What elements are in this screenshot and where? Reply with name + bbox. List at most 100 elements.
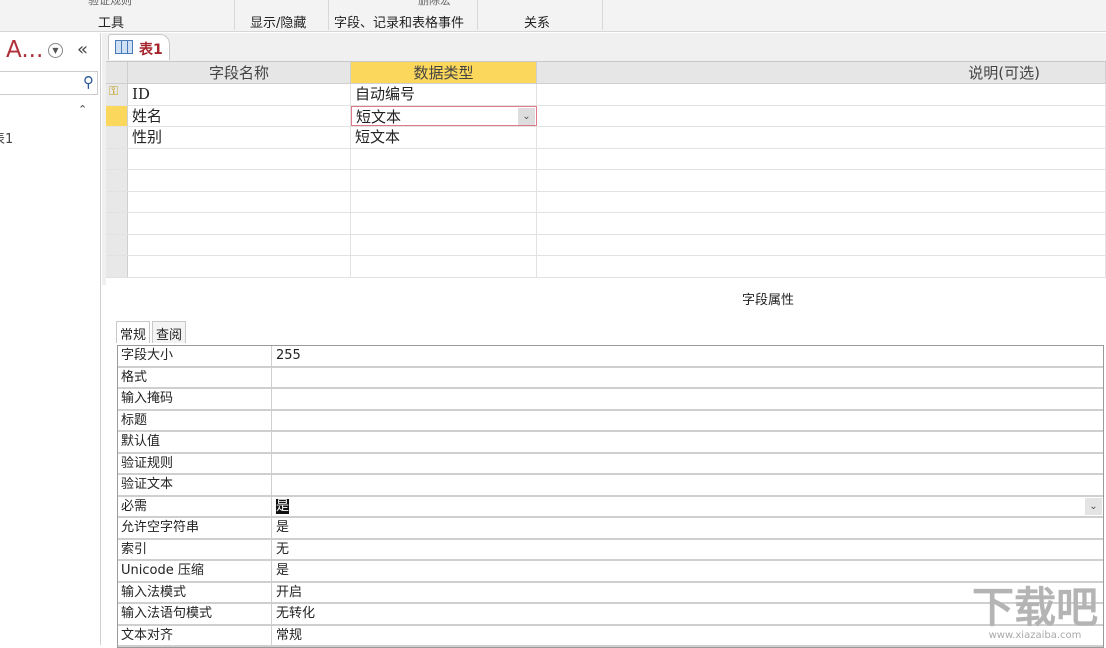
description-cell[interactable] [537, 84, 1106, 105]
property-label: 格式 [118, 368, 272, 388]
table-row[interactable] [106, 149, 1106, 171]
property-value-cell[interactable] [272, 411, 1103, 431]
row-selector[interactable] [106, 149, 128, 170]
tab-label: 表1 [139, 42, 163, 58]
chevron-down-icon[interactable]: ⌄ [518, 108, 535, 125]
data-type-cell[interactable] [351, 213, 537, 234]
property-value-cell[interactable] [272, 454, 1103, 474]
table-row[interactable] [106, 256, 1106, 278]
field-name-cell[interactable] [128, 192, 351, 213]
property-row[interactable]: 字段大小255 [118, 346, 1103, 368]
description-cell[interactable] [537, 213, 1106, 234]
description-cell[interactable] [537, 149, 1106, 170]
field-name-cell[interactable] [128, 256, 351, 277]
property-row[interactable]: 默认值 [118, 432, 1103, 454]
property-value-cell[interactable]: 是⌄ [272, 497, 1103, 517]
table-row[interactable] [106, 170, 1106, 192]
ribbon-group-events: 字段、记录和表格事件 [334, 12, 464, 31]
property-row[interactable]: 必需是⌄ [118, 497, 1103, 519]
field-name-cell[interactable]: 性别 [128, 127, 351, 148]
property-value: 是 [276, 563, 289, 578]
property-row[interactable]: 验证文本 [118, 475, 1103, 497]
data-type-cell[interactable] [351, 149, 537, 170]
property-row[interactable]: 验证规则 [118, 454, 1103, 476]
property-row[interactable]: Unicode 压缩是 [118, 561, 1103, 583]
property-value-cell[interactable]: 无 [272, 540, 1103, 560]
row-selector[interactable] [106, 127, 128, 148]
property-value-cell[interactable] [272, 368, 1103, 388]
description-cell[interactable] [537, 170, 1106, 191]
header-description: 说明(可选) [537, 62, 1106, 84]
description-cell[interactable] [537, 235, 1106, 256]
property-row[interactable]: 格式 [118, 368, 1103, 390]
tab-lookup[interactable]: 查阅 [152, 321, 186, 343]
tab-table1[interactable]: 表1 [108, 34, 170, 60]
row-selector[interactable] [106, 213, 128, 234]
property-label: 验证规则 [118, 454, 272, 474]
field-name-cell[interactable] [128, 149, 351, 170]
search-icon[interactable]: ⚲ [83, 73, 94, 91]
property-value: 常规 [276, 628, 302, 643]
collapse-group-icon[interactable]: ⌃ [78, 103, 87, 116]
property-row[interactable]: 文本对齐常规 [118, 626, 1103, 648]
property-value-cell[interactable]: 255 [272, 346, 1103, 366]
field-name-cell[interactable]: 姓名 [128, 106, 351, 127]
property-row[interactable]: 标题 [118, 411, 1103, 433]
row-selector[interactable] [106, 170, 128, 191]
property-row[interactable]: 索引无 [118, 540, 1103, 562]
property-value: 255 [276, 348, 301, 363]
property-label: 必需 [118, 497, 272, 517]
nav-item-table[interactable]: 表1 [0, 128, 13, 147]
property-value-cell[interactable] [272, 475, 1103, 495]
property-value-cell[interactable] [272, 432, 1103, 452]
row-selector[interactable] [106, 106, 128, 127]
table-row[interactable] [106, 192, 1106, 214]
watermark-logo: 下载吧 [972, 586, 1098, 630]
property-label: 默认值 [118, 432, 272, 452]
description-cell[interactable] [537, 127, 1106, 148]
property-value-cell[interactable]: 是 [272, 518, 1103, 538]
ribbon-group-show-hide: 显示/隐藏 [250, 12, 306, 31]
field-name-cell[interactable] [128, 213, 351, 234]
row-selector[interactable] [106, 235, 128, 256]
description-cell[interactable] [537, 192, 1106, 213]
nav-title[interactable]: A... [6, 37, 43, 63]
property-row[interactable]: 输入掩码 [118, 389, 1103, 411]
property-row[interactable]: 输入法模式开启 [118, 583, 1103, 605]
description-cell[interactable] [537, 106, 1106, 127]
row-selector[interactable] [106, 256, 128, 277]
data-type-cell[interactable] [351, 256, 537, 277]
design-grid: 字段名称 数据类型 说明(可选) ⚿ ID 自动编号 姓名 短文本⌄ 性别 短文… [106, 61, 1106, 285]
field-name-cell[interactable] [128, 235, 351, 256]
table-row[interactable]: 性别 短文本 [106, 127, 1106, 149]
data-type-cell[interactable] [351, 192, 537, 213]
row-selector[interactable] [106, 192, 128, 213]
table-row[interactable] [106, 235, 1106, 257]
property-value-cell[interactable]: 是 [272, 561, 1103, 581]
nav-search-input[interactable]: ⚲ [0, 71, 98, 95]
property-label: 标题 [118, 411, 272, 431]
table-row[interactable] [106, 213, 1106, 235]
field-name-cell[interactable] [128, 170, 351, 191]
property-label: 输入法语句模式 [118, 604, 272, 624]
field-name-cell[interactable]: ID [128, 84, 351, 105]
nav-menu-icon[interactable]: ▼ [48, 43, 63, 58]
property-row[interactable]: 允许空字符串是 [118, 518, 1103, 540]
data-type-cell[interactable]: 短文本⌄ [351, 106, 537, 127]
property-label: 输入法模式 [118, 583, 272, 603]
watermark-url: www.xiazaiba.com [972, 630, 1098, 641]
chevron-down-icon[interactable]: ⌄ [1085, 498, 1102, 515]
data-type-cell[interactable] [351, 235, 537, 256]
collapse-nav-icon[interactable]: « [77, 39, 88, 60]
property-row[interactable]: 输入法语句模式无转化 [118, 604, 1103, 626]
description-cell[interactable] [537, 256, 1106, 277]
table-row[interactable]: 姓名 短文本⌄ [106, 106, 1106, 128]
data-type-cell[interactable] [351, 170, 537, 191]
data-type-cell[interactable]: 短文本 [351, 127, 537, 148]
property-value: 无 [276, 542, 289, 557]
data-type-cell[interactable]: 自动编号 [351, 84, 537, 105]
table-row[interactable]: ⚿ ID 自动编号 [106, 84, 1106, 106]
property-value-cell[interactable] [272, 389, 1103, 409]
tab-general[interactable]: 常规 [116, 321, 150, 343]
row-selector[interactable]: ⚿ [106, 84, 128, 105]
